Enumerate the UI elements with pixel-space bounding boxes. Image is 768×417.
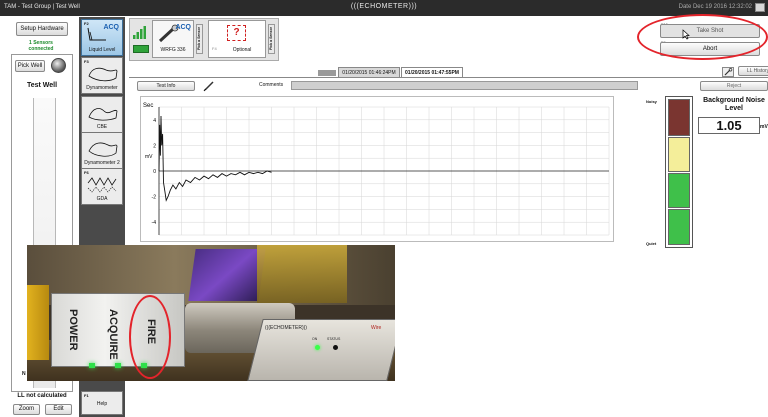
gauge-segment-noisy (668, 99, 690, 136)
gda-wave-icon (87, 177, 117, 193)
acq-badge: ACQ (175, 24, 191, 31)
highlight-ellipse (637, 14, 768, 60)
sensor-optional-label: Optional (232, 47, 252, 53)
unknown-sensor-icon: ? (227, 25, 246, 41)
sensor-model: WRFG 336 (160, 47, 186, 53)
y-tick-label: 4 (153, 118, 156, 124)
well-selector-knob-icon[interactable] (51, 58, 66, 73)
pick-sensor-tab-2[interactable]: Pick a Sensor (268, 24, 275, 54)
pick-well-button[interactable]: Pick Well (15, 60, 45, 72)
zoom-button[interactable]: Zoom (13, 404, 40, 415)
dynamometer-card-icon (88, 67, 118, 82)
mode-gda[interactable]: F6 GDA (81, 168, 123, 205)
reject-button[interactable]: Reject (700, 81, 768, 91)
noise-unit: mV (760, 124, 768, 130)
title-bar: TAM - Test Group | Test Well (((ECHOMETE… (0, 0, 768, 16)
photo-acquire-label: ACQUIRE (107, 309, 119, 360)
acoustic-trace-chart: -4 -2 0 2 4 Sec mV (140, 96, 614, 242)
mode-label: CBE (96, 124, 108, 130)
help-button[interactable]: F1 Help (81, 391, 123, 415)
pick-sensor-tab[interactable]: Pick a Sensor (196, 24, 203, 54)
sensor-primary[interactable]: ACQ WRFG 336 (152, 20, 194, 58)
mode-dynamometer-2[interactable]: Dynamometer 2 (81, 132, 123, 169)
y-tick-label: -2 (152, 195, 157, 201)
sensors-connected-status: 1 Sensors connected (28, 40, 54, 52)
photo-led-1 (89, 363, 95, 368)
ll-history-button[interactable]: LL History (738, 66, 768, 76)
mode-label: Dynamometer (86, 85, 118, 91)
y-tick-label: 2 (153, 143, 156, 149)
window-menu-icon[interactable] (755, 3, 765, 12)
dynamometer-2-card-icon (88, 142, 118, 157)
mode-dynamometer[interactable]: F3 Dynamometer (81, 57, 123, 94)
chart-canvas: -4 -2 0 2 4 Sec mV (143, 103, 610, 236)
photo-yellow-cable (27, 285, 49, 360)
photo-led-status-label: STATUS (327, 337, 341, 341)
gauge-segment-medium (668, 137, 690, 172)
photo-led-on-label: ON (312, 337, 318, 341)
comments-input[interactable] (291, 81, 638, 90)
photo-device-logo: (((ECHOMETER))) (265, 325, 307, 331)
mode-label: Help (96, 401, 108, 407)
tab-strip (129, 77, 768, 78)
photo-purple-object (188, 249, 266, 301)
function-key: F4 (212, 46, 217, 51)
gauge-segment-low (668, 173, 690, 208)
quiet-label: Quiet (646, 241, 657, 246)
well-name: Test Well (26, 82, 58, 89)
photo-power-label: POWER (67, 309, 79, 351)
y-tick-label: 0 (153, 169, 156, 175)
cbe-curve-icon (88, 108, 118, 121)
wrench-icon (724, 68, 733, 76)
n-label: N (22, 371, 26, 377)
x-unit-label: Sec (143, 103, 153, 109)
y-tick-label: -4 (152, 220, 157, 226)
ll-status: LL not calculated (17, 393, 67, 399)
background-noise-title: Background Noise Level (703, 97, 765, 112)
photo-highlight-ellipse (129, 295, 171, 379)
tab-scroll-icon[interactable] (318, 70, 336, 76)
y-axis-label: mV (145, 154, 153, 160)
acq-badge: ACQ (103, 24, 119, 31)
noise-gauge (665, 96, 693, 248)
mode-liquid-level[interactable]: F2 ACQ Liquid Level (81, 19, 123, 56)
photo-led-2 (115, 363, 121, 368)
pencil-icon[interactable] (203, 80, 215, 92)
gauge-segment-quiet (668, 209, 690, 245)
photo-yellow-equipment (257, 245, 347, 303)
edit-button[interactable]: Edit (45, 404, 72, 415)
test-info-button[interactable]: Test Info (137, 81, 195, 91)
mode-cbe[interactable]: CBE (81, 96, 123, 133)
photo-on-led (315, 345, 320, 350)
comments-label: Comments (259, 82, 284, 88)
mode-label: GDA (96, 196, 108, 202)
noise-value: 1.05 (698, 117, 760, 134)
mode-label: Liquid Level (88, 47, 116, 53)
tools-icon[interactable] (722, 67, 734, 77)
mode-label: Dynamometer 2 (84, 160, 120, 166)
hardware-photo-overlay: POWER ACQUIRE FIRE (((ECHOMETER))) Wire … (27, 245, 395, 381)
function-key: F1 (84, 393, 89, 398)
setup-hardware-button[interactable]: Setup Hardware (16, 22, 68, 36)
photo-device-brand: Wire (371, 325, 382, 331)
signal-strength-icon (133, 26, 146, 39)
echometer-logo: (((ECHOMETER))) (350, 3, 418, 10)
datetime-readout: Date Dec 19 2016 12:32:02 (678, 4, 752, 10)
noisy-label: Noisy (646, 99, 657, 104)
battery-icon (133, 45, 149, 53)
photo-status-led (333, 345, 338, 350)
